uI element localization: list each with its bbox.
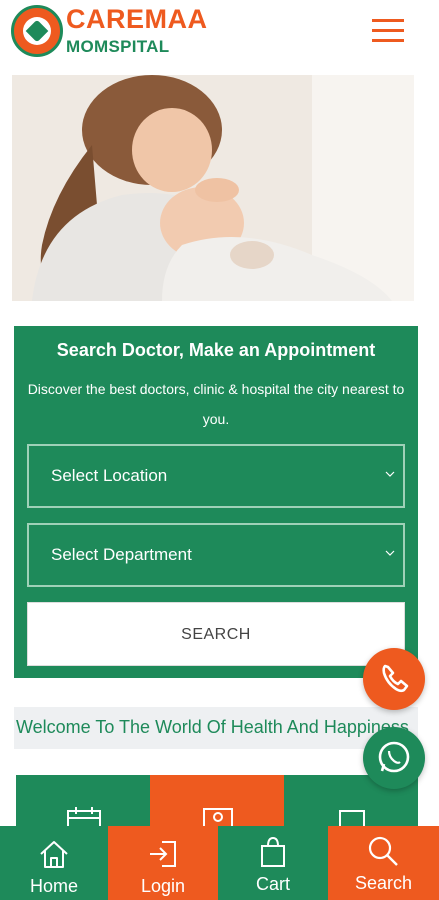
brand-name[interactable]: CAREMAA [66, 4, 208, 35]
nav-cart-label: Cart [255, 874, 290, 894]
search-panel: Search Doctor, Make an Appointment Disco… [14, 326, 418, 678]
search-button[interactable]: SEARCH [27, 602, 405, 666]
nav-home[interactable]: Home [0, 826, 108, 900]
cart-icon [261, 836, 285, 867]
brand-tagline[interactable]: MOMSPITAL [66, 37, 169, 57]
home-icon [40, 841, 68, 868]
bottom-navigation: Home Login Cart Search [0, 826, 439, 900]
hero-image [12, 75, 414, 301]
chevron-down-icon [385, 471, 395, 477]
phone-icon [382, 664, 409, 693]
whatsapp-icon [378, 741, 410, 773]
whatsapp-button[interactable] [363, 727, 425, 789]
search-panel-description: Discover the best doctors, clinic & hosp… [27, 381, 405, 427]
chevron-down-icon [385, 550, 395, 556]
welcome-marquee: Welcome To The World Of Health And Happi… [14, 707, 418, 749]
call-button[interactable] [363, 648, 425, 710]
search-icon [368, 836, 398, 866]
login-icon [150, 841, 176, 867]
nav-search-label: Search [354, 873, 413, 893]
nav-home-label: Home [29, 876, 78, 896]
nav-login-label: Login [140, 876, 186, 896]
department-select-label: Select Department [51, 545, 192, 564]
site-header: CAREMAA MOMSPITAL [0, 0, 439, 70]
nav-search[interactable]: Search [328, 826, 439, 900]
location-select[interactable]: Select Location [27, 444, 405, 508]
nav-login[interactable]: Login [108, 826, 218, 900]
welcome-text: Welcome To The World Of Health And Happi… [16, 717, 409, 737]
logo-icon[interactable] [11, 5, 63, 57]
search-panel-title: Search Doctor, Make an Appointment [56, 340, 376, 360]
nav-cart[interactable]: Cart [218, 826, 328, 900]
department-select[interactable]: Select Department [27, 523, 405, 587]
location-select-label: Select Location [51, 466, 168, 485]
hamburger-menu-icon[interactable] [372, 17, 404, 45]
